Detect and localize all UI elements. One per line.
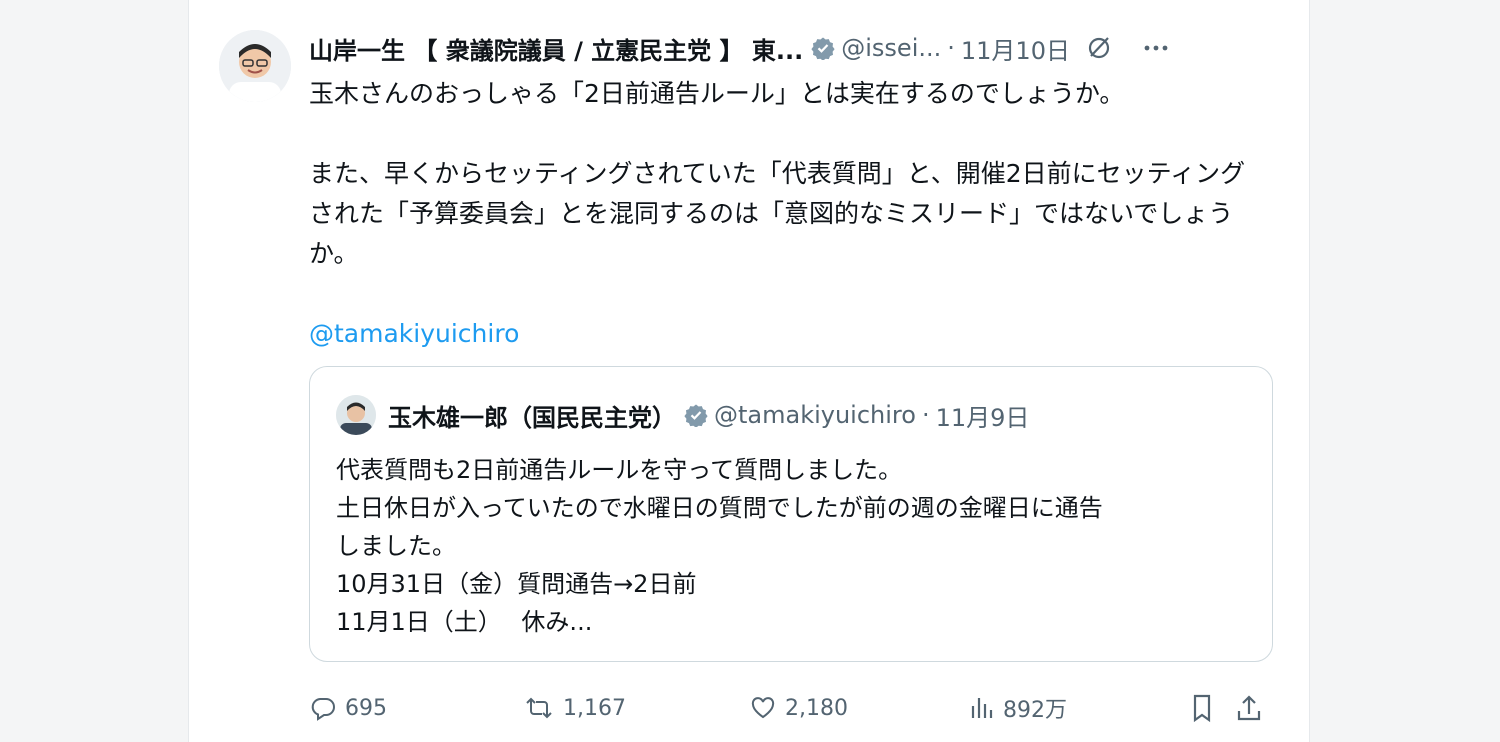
action-bar: 695 1,167 2,180 892万 bbox=[309, 686, 1279, 730]
post-card: 山岸一生 【 衆議院議員 / 立憲民主党 】 東... @issei... · … bbox=[188, 0, 1310, 742]
quoted-author-name: 玉木雄一郎（国民民主党） bbox=[388, 403, 676, 432]
views-icon bbox=[971, 698, 993, 718]
repost-icon bbox=[526, 697, 552, 719]
quoted-post[interactable]: 玉木雄一郎（国民民主党） @tamakiyuichiro · 11月9日 代表質… bbox=[309, 366, 1273, 662]
post-paragraph-1: 玉木さんのおっしゃる「2日前通告ルール」とは実在するのでしょうか。 bbox=[309, 79, 1125, 108]
author-handle[interactable]: @issei... bbox=[841, 34, 941, 62]
like-button[interactable]: 2,180 bbox=[749, 686, 848, 730]
post-mention[interactable]: @tamakiyuichiro bbox=[309, 314, 1269, 354]
quoted-line: 10月31日（金）質問通告→2日前 bbox=[336, 570, 697, 598]
share-button[interactable] bbox=[1235, 686, 1271, 730]
quoted-body: 代表質問も2日前通告ルールを守って質問しました。 土日休日が入っていたので水曜日… bbox=[336, 451, 1246, 641]
quoted-line: 土日休日が入っていたので水曜日の質問でしたが前の週の金曜日に通告 bbox=[336, 494, 1103, 522]
verified-badge-icon bbox=[811, 36, 835, 60]
post-header: 山岸一生 【 衆議院議員 / 立憲民主党 】 東... @issei... · … bbox=[309, 30, 1269, 66]
like-count: 2,180 bbox=[785, 695, 848, 721]
repost-button[interactable]: 1,167 bbox=[523, 686, 626, 730]
post-body: 玉木さんのおっしゃる「2日前通告ルール」とは実在するのでしょうか。 また、早くか… bbox=[309, 74, 1269, 354]
share-icon bbox=[1237, 695, 1261, 721]
quoted-line: 代表質問も2日前通告ルールを守って質問しました。 bbox=[336, 456, 903, 484]
mention-link[interactable]: @tamakiyuichiro bbox=[309, 319, 519, 348]
quoted-header: 玉木雄一郎（国民民主党） @tamakiyuichiro · 11月9日 bbox=[336, 395, 1029, 435]
views-count: 892万 bbox=[1003, 698, 1067, 723]
author-avatar[interactable] bbox=[219, 30, 291, 102]
reply-count: 695 bbox=[345, 695, 387, 721]
like-icon bbox=[751, 697, 775, 719]
repost-count: 1,167 bbox=[563, 695, 626, 721]
reply-icon bbox=[311, 698, 335, 721]
reply-button[interactable]: 695 bbox=[309, 686, 387, 730]
bookmark-icon bbox=[1193, 694, 1211, 723]
verified-badge-icon bbox=[684, 403, 708, 427]
quoted-date: 11月9日 bbox=[935, 403, 1030, 432]
quoted-line: しました。 bbox=[336, 532, 456, 560]
grok-icon[interactable] bbox=[1086, 35, 1112, 61]
post-paragraph-2: また、早くからセッティングされていた「代表質問」と、開催2日前にセッティングされ… bbox=[309, 159, 1246, 268]
quoted-author-handle: @tamakiyuichiro bbox=[714, 401, 916, 429]
bookmark-button[interactable] bbox=[1189, 686, 1223, 730]
quoted-separator: · bbox=[921, 401, 930, 429]
quoted-author-avatar bbox=[336, 395, 376, 435]
post-date[interactable]: 11月10日 bbox=[961, 31, 1070, 66]
author-name[interactable]: 山岸一生 【 衆議院議員 / 立憲民主党 】 東... bbox=[309, 31, 803, 66]
quoted-line: 11月1日（土） 休み... bbox=[336, 608, 593, 636]
views-button[interactable]: 892万 bbox=[969, 686, 1067, 730]
more-icon[interactable] bbox=[1142, 35, 1170, 61]
header-separator: · bbox=[947, 34, 955, 62]
